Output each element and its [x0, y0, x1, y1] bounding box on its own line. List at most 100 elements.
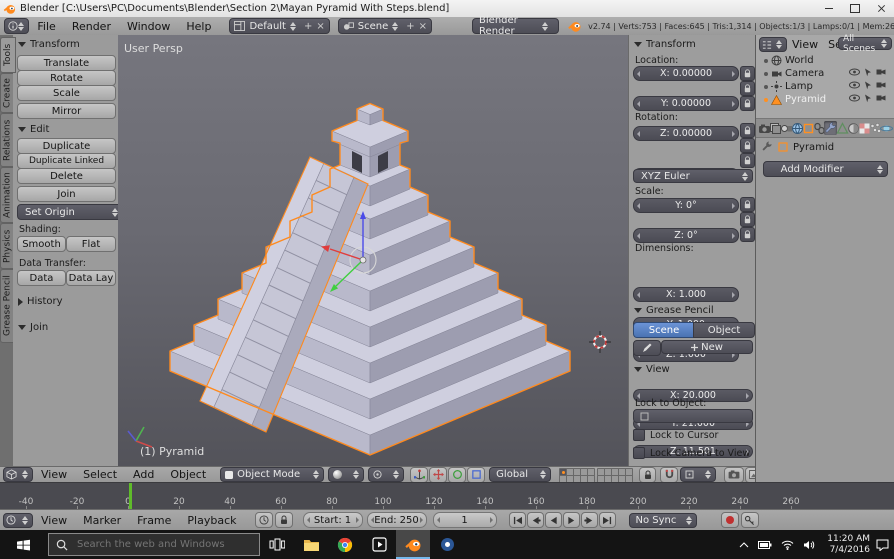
- duplicate-linked-button[interactable]: Duplicate Linked: [17, 153, 116, 169]
- increment-icon[interactable]: [732, 131, 735, 137]
- add-scene-icon[interactable]: +: [406, 21, 414, 32]
- manipulator-toggle-button[interactable]: [410, 467, 428, 483]
- remove-scene-icon[interactable]: ×: [419, 21, 427, 32]
- scale-x-field[interactable]: X:1.000: [633, 287, 739, 302]
- menu-file[interactable]: File: [29, 20, 63, 33]
- editor-type-button[interactable]: [759, 37, 787, 52]
- jump-to-end-button[interactable]: [599, 512, 616, 528]
- battery-tray-button[interactable]: [754, 530, 776, 559]
- frame-end-field[interactable]: End:250: [367, 512, 427, 528]
- decrement-icon[interactable]: [637, 71, 640, 77]
- grease-draw-mode-button[interactable]: [633, 340, 661, 356]
- prev-keyframe-button[interactable]: [527, 512, 544, 528]
- rotation-z-field[interactable]: Z:0°: [633, 228, 739, 243]
- editor-type-button[interactable]: [3, 513, 33, 528]
- increment-icon[interactable]: [490, 517, 493, 523]
- task-view-button[interactable]: [260, 530, 294, 559]
- data-button[interactable]: Data: [17, 270, 66, 286]
- menu-render[interactable]: Render: [64, 20, 119, 33]
- outliner-item-world[interactable]: World: [764, 54, 814, 67]
- menu-select[interactable]: Select: [75, 468, 125, 481]
- outliner-item-camera[interactable]: Camera: [764, 67, 824, 80]
- outliner-filter-dropdown[interactable]: All Scenes: [838, 37, 892, 50]
- action-center-button[interactable]: [870, 530, 894, 559]
- menu-window[interactable]: Window: [119, 20, 178, 33]
- location-x-field[interactable]: X:0.00000: [633, 66, 739, 81]
- frame-start-field[interactable]: Start:1: [303, 512, 363, 528]
- render-restrict-icon[interactable]: [876, 68, 887, 76]
- shade-smooth-button[interactable]: Smooth: [17, 236, 66, 252]
- delete-button[interactable]: Delete: [17, 168, 116, 184]
- minimize-button[interactable]: [816, 0, 842, 17]
- decrement-icon[interactable]: [637, 131, 640, 137]
- lock-scale-y-button[interactable]: [740, 212, 755, 227]
- increment-icon[interactable]: [746, 393, 749, 399]
- panel-header-operator[interactable]: Join: [18, 322, 48, 333]
- taskbar-search-box[interactable]: [48, 533, 260, 556]
- snap-toggle-button[interactable]: [660, 467, 678, 483]
- pointer-icon[interactable]: [864, 68, 872, 77]
- start-button[interactable]: [0, 530, 46, 559]
- layers-grid-2[interactable]: [597, 468, 631, 481]
- opengl-render-button[interactable]: [724, 467, 744, 483]
- menu-view[interactable]: View: [33, 514, 75, 527]
- outliner-item-pyramid[interactable]: Pyramid: [764, 93, 826, 106]
- render-restrict-icon[interactable]: [876, 81, 887, 89]
- lock-to-object-field[interactable]: [633, 409, 753, 423]
- location-z-field[interactable]: Z:0.00000: [633, 126, 739, 141]
- decrement-icon[interactable]: [637, 233, 640, 239]
- lock-camera-checkbox[interactable]: [633, 447, 645, 459]
- remove-layout-icon[interactable]: ×: [316, 21, 324, 32]
- location-y-field[interactable]: Y:0.00000: [633, 96, 739, 111]
- lock-location-x-button[interactable]: [740, 66, 755, 81]
- lock-rotation-x-button[interactable]: [740, 123, 755, 138]
- pivot-dropdown[interactable]: [368, 467, 404, 482]
- menu-object[interactable]: Object: [162, 468, 214, 481]
- tab-physics[interactable]: [880, 121, 893, 135]
- network-tray-button[interactable]: [776, 530, 798, 559]
- decrement-icon[interactable]: [637, 292, 640, 298]
- panel-header-edit[interactable]: Edit: [18, 124, 49, 135]
- increment-icon[interactable]: [732, 101, 735, 107]
- increment-icon[interactable]: [356, 517, 359, 523]
- menu-frame[interactable]: Frame: [129, 514, 179, 527]
- data-layout-button[interactable]: Data Lay: [66, 270, 116, 286]
- panel-header-grease-pencil[interactable]: Grease Pencil: [634, 305, 714, 316]
- keying-set-button[interactable]: [741, 512, 759, 528]
- panel-header-transform[interactable]: Transform: [634, 39, 696, 50]
- menu-marker[interactable]: Marker: [75, 514, 129, 527]
- pointer-icon[interactable]: [864, 81, 872, 90]
- join-button[interactable]: Join: [17, 186, 116, 202]
- editor-type-button[interactable]: [3, 467, 33, 482]
- panel-header-history[interactable]: History: [18, 296, 63, 307]
- set-origin-dropdown[interactable]: Set Origin: [17, 204, 123, 220]
- decrement-icon[interactable]: [637, 203, 640, 209]
- increment-icon[interactable]: [732, 292, 735, 298]
- jump-to-start-button[interactable]: [509, 512, 526, 528]
- close-button[interactable]: [868, 0, 894, 17]
- frame-lock-toggle[interactable]: [275, 512, 293, 528]
- grease-scene-button[interactable]: Scene: [633, 322, 695, 338]
- screen-layout-selector[interactable]: Default + ×: [229, 18, 329, 34]
- auto-keyframe-record-button[interactable]: [721, 512, 739, 528]
- blender-taskbar-button[interactable]: [396, 530, 430, 559]
- scale-button[interactable]: Scale: [17, 85, 116, 101]
- decrement-icon[interactable]: [437, 517, 440, 523]
- tray-expand-button[interactable]: [734, 530, 754, 559]
- sync-dropdown[interactable]: No Sync: [629, 513, 697, 528]
- menu-playback[interactable]: Playback: [179, 514, 244, 527]
- lock-to-cursor-checkbox[interactable]: [633, 429, 645, 441]
- lock-rotation-z-button[interactable]: [740, 153, 755, 168]
- orientation-dropdown[interactable]: Global: [489, 467, 551, 482]
- translate-manipulator-button[interactable]: [429, 467, 447, 483]
- media-app-button[interactable]: [362, 530, 396, 559]
- lock-location-z-button[interactable]: [740, 96, 755, 111]
- taskbar-clock[interactable]: 11:20 AM 7/4/2016: [824, 534, 870, 556]
- file-explorer-button[interactable]: [294, 530, 328, 559]
- decrement-icon[interactable]: [637, 101, 640, 107]
- add-layout-icon[interactable]: +: [304, 21, 312, 32]
- decrement-icon[interactable]: [307, 517, 310, 523]
- secondary-app-button[interactable]: [430, 530, 464, 559]
- lock-scale-z-button[interactable]: [740, 227, 755, 242]
- increment-icon[interactable]: [732, 71, 735, 77]
